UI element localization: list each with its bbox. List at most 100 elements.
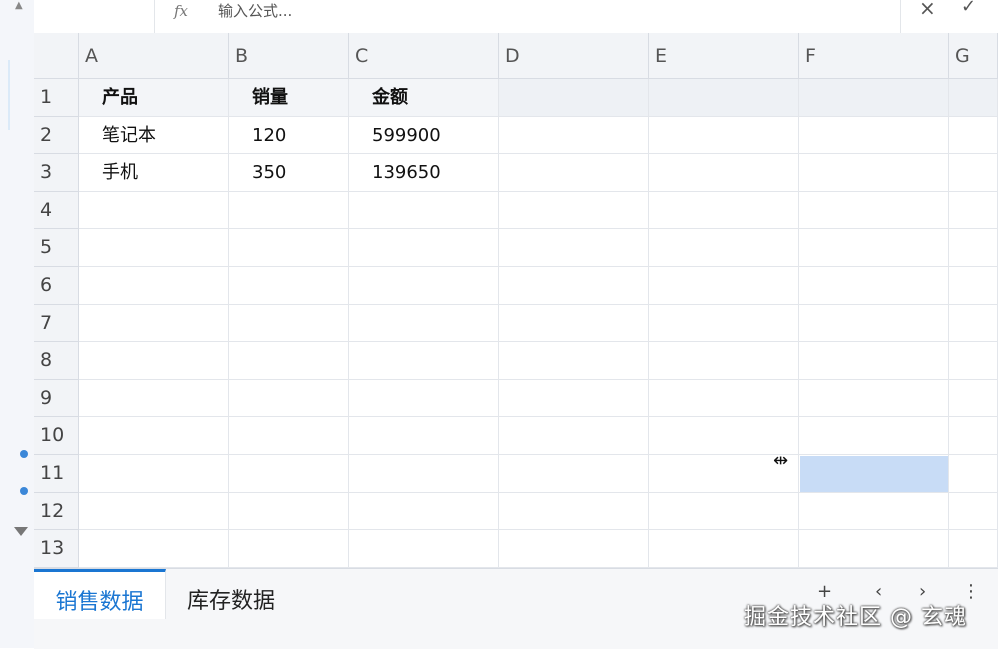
cell-G7[interactable]	[949, 304, 998, 343]
row-header-5[interactable]: 5	[34, 229, 79, 267]
cell-G1[interactable]	[949, 79, 998, 117]
cell-E6[interactable]	[649, 267, 799, 305]
row-header-8[interactable]: 8	[34, 342, 79, 380]
row-header-11[interactable]: 11	[34, 455, 79, 493]
cell-G3[interactable]	[949, 154, 998, 192]
cell-A13[interactable]	[79, 530, 229, 568]
cell-E1[interactable]	[649, 79, 799, 117]
cell-F4[interactable]	[799, 191, 949, 230]
cell-C10[interactable]	[349, 417, 499, 455]
cell-F2[interactable]	[799, 116, 949, 155]
cell-F6[interactable]	[799, 267, 949, 305]
cell-A12[interactable]	[79, 492, 229, 531]
resize-handle-icon[interactable]	[20, 450, 28, 458]
cell-E13[interactable]	[649, 530, 799, 568]
cell-B13[interactable]	[229, 530, 349, 568]
cell-B9[interactable]	[229, 379, 349, 418]
confirm-icon[interactable]: ✓	[961, 0, 976, 17]
cell-A5[interactable]	[79, 229, 229, 267]
resize-handle-icon[interactable]	[20, 487, 28, 495]
cell-C4[interactable]	[349, 191, 499, 230]
cell-B2[interactable]: 120	[229, 116, 349, 155]
row-header-4[interactable]: 4	[34, 191, 79, 230]
cell-D8[interactable]	[499, 342, 649, 380]
cell-A7[interactable]	[79, 304, 229, 343]
cell-E5[interactable]	[649, 229, 799, 267]
cell-G10[interactable]	[949, 417, 998, 455]
cell-F12[interactable]	[799, 492, 949, 531]
cell-C5[interactable]	[349, 229, 499, 267]
cell-C1[interactable]: 金额	[349, 79, 499, 117]
cell-G11[interactable]	[949, 455, 998, 493]
cell-E9[interactable]	[649, 379, 799, 418]
cell-B4[interactable]	[229, 191, 349, 230]
cell-F3[interactable]	[799, 154, 949, 192]
cell-B7[interactable]	[229, 304, 349, 343]
tab-sales-data[interactable]: 销售数据	[34, 569, 166, 619]
cell-C9[interactable]	[349, 379, 499, 418]
cell-E8[interactable]	[649, 342, 799, 380]
scroll-up-icon[interactable]: ▲	[15, 0, 23, 11]
cell-G9[interactable]	[949, 379, 998, 418]
tab-inventory-data[interactable]: 库存数据	[166, 569, 296, 619]
cell-D7[interactable]	[499, 304, 649, 343]
scroll-down-icon[interactable]	[14, 527, 28, 536]
cell-A1[interactable]: 产品	[79, 79, 229, 117]
cell-D12[interactable]	[499, 492, 649, 531]
column-header-D[interactable]: D	[499, 33, 649, 79]
cell-A4[interactable]	[79, 191, 229, 230]
cell-A11[interactable]	[79, 455, 229, 493]
cell-B1[interactable]: 销量	[229, 79, 349, 117]
cell-C13[interactable]	[349, 530, 499, 568]
cell-D5[interactable]	[499, 229, 649, 267]
cell-B12[interactable]	[229, 492, 349, 531]
column-header-A[interactable]: A	[79, 33, 229, 79]
selected-cell-F11[interactable]	[800, 456, 948, 492]
column-header-F[interactable]: F	[799, 33, 949, 79]
row-header-1[interactable]: 1	[34, 79, 79, 117]
column-header-C[interactable]: C	[349, 33, 499, 79]
cell-E4[interactable]	[649, 191, 799, 230]
cell-F8[interactable]	[799, 342, 949, 380]
cell-G12[interactable]	[949, 492, 998, 531]
cell-B6[interactable]	[229, 267, 349, 305]
cell-E7[interactable]	[649, 304, 799, 343]
column-header-B[interactable]: B	[229, 33, 349, 79]
cell-F5[interactable]	[799, 229, 949, 267]
cell-A6[interactable]	[79, 267, 229, 305]
cell-G2[interactable]	[949, 116, 998, 155]
cell-F13[interactable]	[799, 530, 949, 568]
cell-G6[interactable]	[949, 267, 998, 305]
cell-A3[interactable]: 手机	[79, 154, 229, 192]
cell-G8[interactable]	[949, 342, 998, 380]
row-header-2[interactable]: 2	[34, 116, 79, 155]
cell-G5[interactable]	[949, 229, 998, 267]
cell-D6[interactable]	[499, 267, 649, 305]
cell-C2[interactable]: 599900	[349, 116, 499, 155]
row-header-10[interactable]: 10	[34, 417, 79, 455]
cell-G13[interactable]	[949, 530, 998, 568]
row-header-13[interactable]: 13	[34, 530, 79, 568]
cancel-icon[interactable]: ×	[919, 0, 936, 20]
cell-F7[interactable]	[799, 304, 949, 343]
cell-E12[interactable]	[649, 492, 799, 531]
cell-B5[interactable]	[229, 229, 349, 267]
cell-E3[interactable]	[649, 154, 799, 192]
cell-D9[interactable]	[499, 379, 649, 418]
cell-D13[interactable]	[499, 530, 649, 568]
cell-A8[interactable]	[79, 342, 229, 380]
cell-C7[interactable]	[349, 304, 499, 343]
formula-input[interactable]	[218, 2, 778, 20]
cell-D2[interactable]	[499, 116, 649, 155]
row-header-7[interactable]: 7	[34, 304, 79, 343]
cell-C6[interactable]	[349, 267, 499, 305]
cell-G4[interactable]	[949, 191, 998, 230]
cell-F9[interactable]	[799, 379, 949, 418]
cell-F10[interactable]	[799, 417, 949, 455]
select-all-corner[interactable]	[34, 33, 79, 79]
name-box[interactable]	[34, 0, 155, 33]
row-header-12[interactable]: 12	[34, 492, 79, 531]
cell-B3[interactable]: 350	[229, 154, 349, 192]
cell-C11[interactable]	[349, 455, 499, 493]
row-header-9[interactable]: 9	[34, 379, 79, 418]
